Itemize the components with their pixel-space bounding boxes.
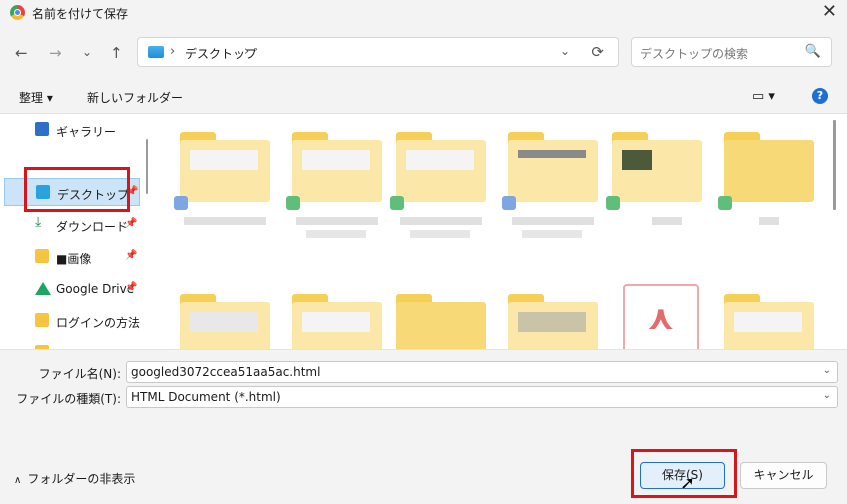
google-drive-icon (35, 282, 51, 295)
desktop-location-icon (148, 46, 164, 58)
dialog-title: 名前を付けて保存 (32, 7, 129, 21)
search-icon[interactable]: 🔍 (805, 44, 821, 59)
highlight-box-desktop (24, 167, 130, 212)
sidebar-item-downloads[interactable]: ⤓ ダウンロード 📌 (0, 211, 143, 239)
filename-field[interactable]: googled3072ccea51aa5ac.html ⌄ (126, 361, 838, 383)
sidebar-item-label: ダウンロード (56, 220, 129, 234)
recent-locations-chevron-icon[interactable]: ⌄ (82, 45, 92, 59)
navigation-pane: ギャラリー デスクトップ 📌 ⤓ ダウンロード 📌 ■画像 📌 Google D… (0, 114, 143, 349)
filetype-label: ファイルの種類(T): (16, 392, 121, 406)
new-folder-button[interactable]: 新しいフォルダー (87, 89, 183, 106)
chevron-up-icon: ∧ (14, 475, 22, 486)
pin-icon[interactable]: 📌 (125, 282, 137, 293)
sidebar-item-gallery[interactable]: ギャラリー (0, 116, 143, 144)
sidebar-item-label: ログインの方法 (56, 316, 141, 330)
chevron-down-icon[interactable]: ⌄ (823, 365, 831, 376)
sidebar-item-label: ■画像 (56, 252, 92, 266)
hide-folders-label: フォルダーの非表示 (27, 472, 136, 486)
organize-menu-button[interactable]: 整理 ▾ (19, 89, 53, 106)
navigation-bar: ← → ⌄ ↑ › デスクトップ › ⌄ ⟳ デスクトップの検索 🔍 (0, 26, 847, 80)
content-scrollbar-thumb[interactable] (833, 120, 836, 210)
help-icon[interactable]: ? (812, 88, 828, 104)
chrome-icon (10, 5, 25, 20)
filename-label: ファイル名(N): (38, 367, 121, 381)
sidebar-item-google-drive[interactable]: Google Drive 📌 (0, 275, 143, 303)
filetype-select[interactable]: HTML Document (*.html) ⌄ (126, 386, 838, 408)
filetype-value[interactable]: HTML Document (*.html) (131, 390, 281, 404)
view-options-button[interactable]: ▭ ▾ (752, 89, 775, 104)
sidebar-item-login-method[interactable]: ログインの方法 (0, 307, 143, 335)
search-input[interactable]: デスクトップの検索 🔍 (631, 37, 832, 67)
breadcrumb-separator[interactable]: › (244, 44, 249, 59)
scrollbar-thumb[interactable] (146, 139, 148, 194)
mouse-cursor-icon: ➚ (680, 473, 696, 494)
back-arrow-icon[interactable]: ← (15, 44, 28, 62)
address-dropdown-chevron-icon[interactable]: ⌄ (560, 44, 570, 58)
refresh-icon[interactable]: ⟳ (591, 43, 604, 61)
close-button[interactable]: ✕ (822, 2, 837, 22)
pin-icon[interactable]: 📌 (125, 250, 137, 261)
pictures-icon (35, 249, 49, 263)
filename-value[interactable]: googled3072ccea51aa5ac.html (131, 365, 320, 379)
sidebar-item-label: ギャラリー (56, 125, 117, 139)
hide-folders-toggle[interactable]: ∧ フォルダーの非表示 (14, 470, 135, 487)
sidebar-scrollbar[interactable] (143, 114, 151, 349)
download-icon: ⤓ (35, 214, 42, 230)
cancel-button[interactable]: キャンセル (740, 462, 827, 489)
gallery-icon (35, 122, 49, 136)
search-placeholder: デスクトップの検索 (640, 47, 749, 61)
pdf-file-icon[interactable]: ⋏ (623, 284, 699, 349)
command-toolbar: 整理 ▾ 新しいフォルダー ▭ ▾ ? (0, 80, 847, 114)
sidebar-item-pictures[interactable]: ■画像 📌 (0, 243, 143, 271)
file-list-view: ⋏ (153, 114, 838, 349)
sidebar-item-label: Google Drive (56, 282, 135, 296)
forward-arrow-icon[interactable]: → (49, 44, 62, 62)
breadcrumb-separator[interactable]: › (170, 44, 175, 59)
chevron-down-icon[interactable]: ⌄ (823, 390, 831, 401)
pin-icon[interactable]: 📌 (125, 218, 137, 229)
folder-icon (35, 313, 49, 327)
sidebar-item-partial[interactable] (0, 339, 143, 349)
address-bar[interactable]: › デスクトップ › ⌄ ⟳ (137, 37, 619, 67)
title-bar: 名前を付けて保存 ✕ (0, 0, 847, 27)
up-arrow-icon[interactable]: ↑ (110, 44, 123, 62)
